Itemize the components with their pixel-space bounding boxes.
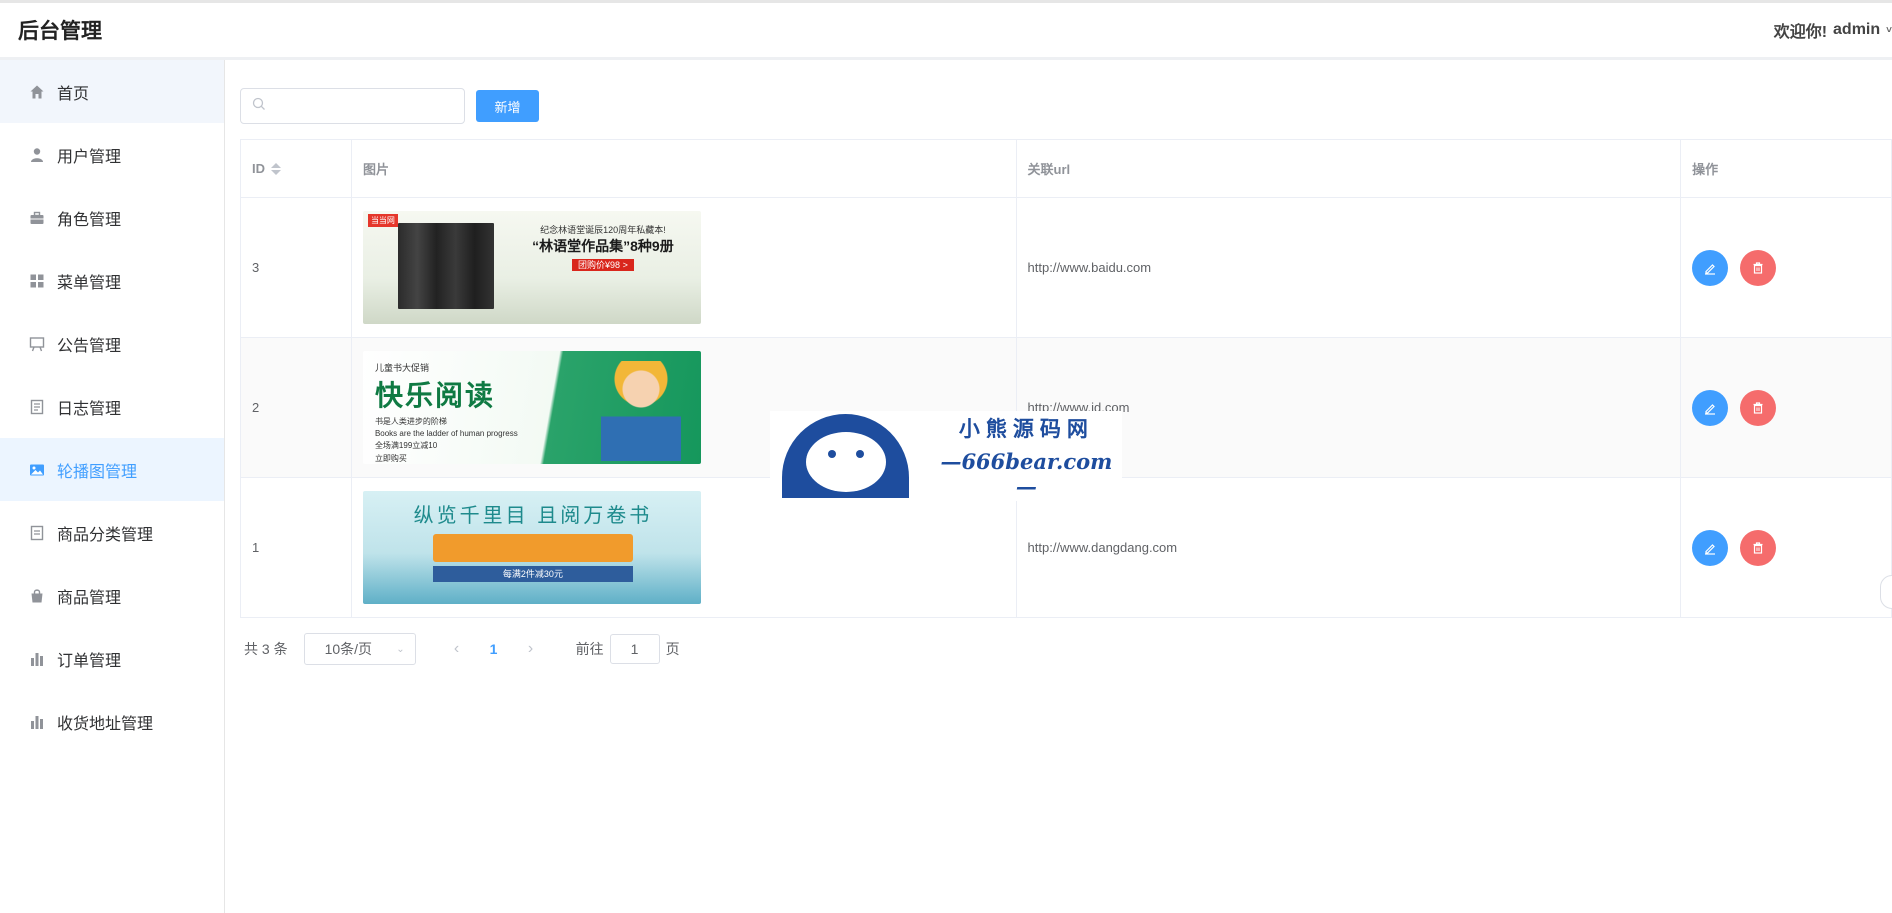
edit-button[interactable]: [1692, 529, 1729, 566]
banner-image: 当当网 纪念林语堂诞辰120周年私藏本! “林语堂作品集”8种9册 团购价¥98…: [362, 211, 701, 324]
sidebar-item-carousel[interactable]: 轮播图管理: [0, 438, 224, 501]
row-actions: [1681, 338, 1892, 478]
sort-icon[interactable]: [271, 162, 281, 175]
bar-chart-icon: [28, 713, 46, 731]
sidebar-item-menus[interactable]: 菜单管理: [0, 249, 224, 312]
sidebar-item-addresses[interactable]: 收货地址管理: [0, 690, 224, 753]
delete-button[interactable]: [1740, 249, 1777, 286]
sidebar-item-label: 轮播图管理: [57, 463, 138, 481]
edit-button[interactable]: [1692, 249, 1729, 286]
home-icon: [28, 83, 46, 101]
carousel-table: ID 图片 关联url 操作 3 当当网 纪念林语堂诞辰120周年私藏本! “林…: [240, 139, 1892, 618]
app-header: 后台管理 欢迎你! admin ˅: [0, 3, 1892, 60]
banner-tag: 当当网: [367, 214, 398, 227]
shopping-bag-icon: [28, 587, 46, 605]
row-actions: [1681, 478, 1892, 618]
trash-icon: [1753, 261, 1763, 274]
search-input[interactable]: [272, 91, 452, 121]
promo-panel: [432, 534, 633, 562]
sidebar-item-products[interactable]: 商品管理: [0, 564, 224, 627]
banner-image: 纵览千里目 且阅万卷书 每满2件减30元: [362, 491, 701, 604]
chevron-down-icon: ⌄: [396, 643, 405, 655]
prev-page-button[interactable]: ‹: [442, 640, 472, 658]
pagination: 共 3 条 10条/页 ⌄ ‹ 1 › 前往 页: [244, 633, 680, 665]
row-id: 3: [241, 198, 352, 338]
column-header-actions: 操作: [1681, 140, 1892, 198]
watermark-text: 小熊源码网 —666bear.com—: [940, 416, 1113, 499]
easel-icon: [28, 335, 46, 353]
price-tag: 团购价¥98 >: [572, 259, 634, 271]
notebook-icon: [28, 398, 46, 416]
column-header-id[interactable]: ID: [241, 140, 352, 198]
floating-handle[interactable]: [1880, 575, 1892, 609]
row-id: 1: [241, 478, 352, 618]
trash-icon: [1753, 541, 1763, 554]
column-header-url: 关联url: [1016, 140, 1682, 198]
picture-icon: [28, 461, 46, 479]
sidebar-item-label: 首页: [57, 85, 90, 103]
chevron-down-icon: ˅: [1886, 24, 1892, 36]
banner-copy: 纪念林语堂诞辰120周年私藏本! “林语堂作品集”8种9册 团购价¥98 >: [532, 225, 674, 271]
trash-icon: [1753, 401, 1763, 414]
sidebar-item-label: 商品分类管理: [57, 526, 154, 544]
pagination-total: 共 3 条: [244, 641, 288, 657]
search-box[interactable]: [240, 88, 465, 124]
page-number[interactable]: 1: [484, 641, 504, 657]
delete-button[interactable]: [1740, 529, 1777, 566]
watermark: 小熊源码网 —666bear.com—: [770, 411, 1122, 501]
edit-icon: [1705, 263, 1716, 275]
sidebar-item-home[interactable]: 首页: [0, 60, 224, 123]
sidebar-item-label: 商品管理: [57, 589, 122, 607]
sidebar-item-users[interactable]: 用户管理: [0, 123, 224, 186]
sidebar-item-label: 日志管理: [57, 400, 122, 418]
sidebar-item-roles[interactable]: 角色管理: [0, 186, 224, 249]
document-icon: [28, 524, 46, 542]
welcome-text: 欢迎你!: [1773, 24, 1828, 41]
edit-icon: [1705, 403, 1716, 415]
row-actions: [1681, 198, 1892, 338]
toolbar: 新增: [240, 88, 539, 124]
page-size-select[interactable]: 10条/页 ⌄: [303, 633, 416, 665]
sidebar-item-label: 公告管理: [57, 337, 122, 355]
edit-icon: [1705, 543, 1716, 555]
delete-button[interactable]: [1740, 389, 1777, 426]
sidebar-item-logs[interactable]: 日志管理: [0, 375, 224, 438]
user-menu[interactable]: 欢迎你! admin ˅: [1774, 18, 1892, 42]
banner-copy: 儿童书大促销 快乐阅读 书是人类进步的阶梯 Books are the ladd…: [374, 363, 518, 463]
grid-icon: [28, 272, 46, 290]
sidebar-item-label: 菜单管理: [57, 274, 122, 292]
bear-logo-icon: [782, 414, 909, 498]
add-button[interactable]: 新增: [476, 90, 539, 122]
sidebar: 首页 用户管理 角色管理 菜单管理 公告管理 日志管理 轮播图管理 商品分类管理…: [0, 60, 225, 913]
sidebar-item-categories[interactable]: 商品分类管理: [0, 501, 224, 564]
table-header: ID 图片 关联url 操作: [241, 140, 1892, 198]
banner-image: 儿童书大促销 快乐阅读 书是人类进步的阶梯 Books are the ladd…: [362, 351, 701, 464]
goto-label: 前往: [575, 641, 604, 657]
sidebar-item-notices[interactable]: 公告管理: [0, 312, 224, 375]
book-set-image: [397, 223, 494, 309]
sidebar-item-label: 收货地址管理: [57, 715, 154, 733]
bar-chart-icon: [28, 650, 46, 668]
page-suffix: 页: [665, 641, 680, 657]
reading-girl-illustration: [600, 361, 681, 461]
sidebar-item-label: 订单管理: [57, 652, 122, 670]
next-page-button[interactable]: ›: [516, 640, 546, 658]
sidebar-item-label: 角色管理: [57, 211, 122, 229]
app-title: 后台管理: [18, 20, 102, 43]
search-icon: [252, 97, 266, 116]
table-row: 3 当当网 纪念林语堂诞辰120周年私藏本! “林语堂作品集”8种9册 团购价¥…: [241, 198, 1892, 338]
edit-button[interactable]: [1692, 389, 1729, 426]
banner-copy: 纵览千里目 且阅万卷书 每满2件减30元: [403, 499, 663, 582]
sidebar-item-orders[interactable]: 订单管理: [0, 627, 224, 690]
sidebar-item-label: 用户管理: [57, 148, 122, 166]
briefcase-icon: [28, 209, 46, 227]
username: admin: [1833, 21, 1881, 38]
row-url: http://www.baidu.com: [1016, 198, 1682, 338]
row-image-cell: 当当网 纪念林语堂诞辰120周年私藏本! “林语堂作品集”8种9册 团购价¥98…: [351, 198, 1017, 338]
page-jump-input[interactable]: [609, 634, 660, 664]
row-id: 2: [241, 338, 352, 478]
user-icon: [28, 146, 46, 164]
column-header-image: 图片: [351, 140, 1017, 198]
